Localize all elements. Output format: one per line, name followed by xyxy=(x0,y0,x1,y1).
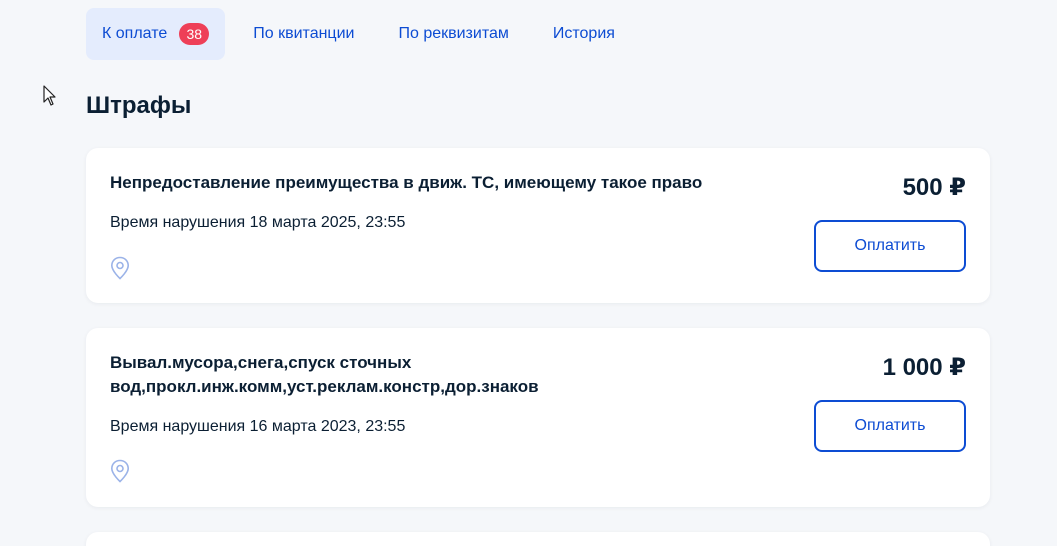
payment-tabs: К оплате 38 По квитанции По реквизитам И… xyxy=(86,8,637,60)
fine-card: Непредоставление преимущества в движ. ТС… xyxy=(86,148,990,303)
tab-by-receipt[interactable]: По квитанции xyxy=(231,8,376,60)
tab-by-receipt-label: По квитанции xyxy=(253,25,355,42)
fine-amount: 500 ₽ xyxy=(902,174,966,201)
fine-title: Вывал.мусора,снега,спуск сточных вод,про… xyxy=(110,353,539,396)
tab-history[interactable]: История xyxy=(531,8,637,60)
section-title: Штрафы xyxy=(86,92,192,119)
location-pin-icon[interactable] xyxy=(110,256,130,280)
violation-time: Время нарушения 16 марта 2023, 23:55 xyxy=(110,418,406,435)
pay-button[interactable]: Оплатить xyxy=(814,220,966,272)
payments-page: К оплате 38 По квитанции По реквизитам И… xyxy=(0,0,1057,546)
fine-card-partial xyxy=(86,532,990,546)
fine-card: Вывал.мусора,снега,спуск сточных вод,про… xyxy=(86,328,990,507)
fine-title: Непредоставление преимущества в движ. ТС… xyxy=(110,173,703,192)
fine-amount: 1 000 ₽ xyxy=(882,354,966,381)
tab-by-requisites[interactable]: По реквизитам xyxy=(376,8,530,60)
tab-to-pay-label: К оплате xyxy=(102,25,168,42)
location-pin-icon[interactable] xyxy=(110,459,130,483)
tab-by-requisites-label: По реквизитам xyxy=(398,25,509,42)
violation-time: Время нарушения 18 марта 2025, 23:55 xyxy=(110,214,406,231)
tab-history-label: История xyxy=(552,25,615,42)
pay-button[interactable]: Оплатить xyxy=(814,400,966,452)
unpaid-count-badge: 38 xyxy=(179,23,210,45)
mouse-cursor-icon xyxy=(43,85,56,106)
tab-to-pay[interactable]: К оплате 38 xyxy=(86,8,226,60)
